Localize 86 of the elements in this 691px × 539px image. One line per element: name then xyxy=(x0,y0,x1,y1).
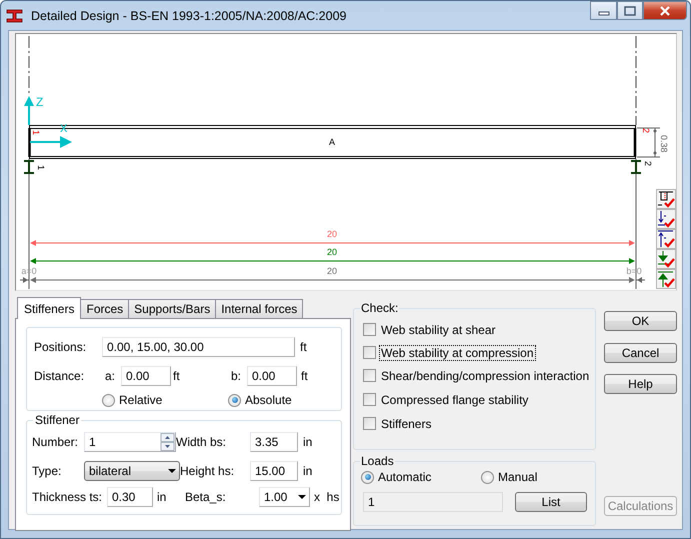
unit-label: ft xyxy=(173,369,181,383)
height-dimension-line xyxy=(636,128,660,158)
support-icon xyxy=(23,160,35,174)
field-label: Beta_s: xyxy=(185,490,227,504)
height-field[interactable]: 15.00 xyxy=(250,460,298,480)
field-label: Number: xyxy=(32,435,80,449)
checkbox-label[interactable]: Stiffeners xyxy=(379,416,434,432)
dimension-label: 20 xyxy=(327,229,337,239)
checkbox-label[interactable]: Web stability at shear xyxy=(379,322,498,338)
tool-button[interactable] xyxy=(656,229,676,249)
beam-check-icon xyxy=(657,190,675,208)
dimension-label: 20 xyxy=(327,247,337,257)
checkbox-label[interactable]: Compressed flange stability xyxy=(379,392,530,408)
minimize-button[interactable] xyxy=(590,1,617,20)
spinner-icon[interactable] xyxy=(160,433,175,451)
tab[interactable]: Stiffeners xyxy=(17,297,82,319)
window-title: Detailed Design - BS-EN 1993-1:2005/NA:2008/AC:2009 xyxy=(31,8,346,22)
dialog-button[interactable]: OK xyxy=(604,311,677,331)
field-label: a: xyxy=(105,369,116,383)
dialog-button[interactable]: Cancel xyxy=(604,343,677,363)
close-button[interactable] xyxy=(643,1,687,20)
group-title: Loads xyxy=(360,454,395,468)
field-label: Height hs: xyxy=(180,464,236,478)
thickness-field[interactable]: 0.30 xyxy=(107,487,153,507)
width-field[interactable]: 3.35 xyxy=(250,432,298,452)
node-label: 1 xyxy=(31,130,41,136)
group-title: Stiffener xyxy=(33,413,82,427)
load-cases-field[interactable]: 1 xyxy=(363,492,503,512)
unit-label: in xyxy=(303,435,312,449)
field-label: b: xyxy=(231,369,242,383)
checkbox[interactable] xyxy=(363,393,376,406)
checkbox[interactable] xyxy=(363,369,376,382)
positions-field[interactable]: 0.00, 15.00, 30.00 xyxy=(102,337,295,357)
member-label: A xyxy=(329,137,335,147)
field-label: Positions: xyxy=(34,340,88,354)
field-label: Type: xyxy=(32,464,62,478)
unit-label: x hs xyxy=(314,490,340,504)
dialog-button[interactable]: Help xyxy=(604,374,677,394)
node-label: 1 xyxy=(36,165,46,170)
radio-label[interactable]: Manual xyxy=(498,470,538,484)
tool-button[interactable] xyxy=(656,189,676,209)
node-label: 2 xyxy=(641,128,651,134)
checkbox[interactable] xyxy=(363,417,376,430)
checkbox-label[interactable]: Shear/bending/compression interaction xyxy=(379,368,592,384)
radio-label[interactable]: Relative xyxy=(119,393,162,407)
maximize-icon xyxy=(623,6,637,16)
unit-label: in xyxy=(303,464,312,478)
tab[interactable]: Forces xyxy=(80,299,130,318)
group-title: Check: xyxy=(360,301,400,315)
distance-b-field[interactable]: 0.00 xyxy=(247,366,297,386)
field-label: Distance: xyxy=(34,369,86,383)
support-down-check-icon xyxy=(657,250,675,268)
tab[interactable]: Internal forces xyxy=(215,299,304,318)
type-dropdown[interactable]: bilateral xyxy=(84,460,180,480)
node-label: 2 xyxy=(643,161,653,166)
checkbox[interactable] xyxy=(363,323,376,336)
radio-label[interactable]: Absolute xyxy=(245,393,292,407)
checkbox[interactable] xyxy=(363,346,376,359)
unit-label: ft xyxy=(300,340,307,354)
x-axis-arrow xyxy=(30,136,72,148)
force-down-check-icon xyxy=(657,210,675,228)
beta-dropdown[interactable]: 1.00 xyxy=(259,487,310,507)
dimension-label: 0.38 xyxy=(659,135,669,153)
distance-a-field[interactable]: 0.00 xyxy=(121,366,171,386)
number-spinner[interactable]: 1 xyxy=(84,432,176,452)
close-icon xyxy=(658,6,672,16)
field-label: Thickness ts: xyxy=(32,490,104,504)
dimension-label: 20 xyxy=(327,266,337,276)
app-logo-icon xyxy=(5,8,25,24)
radio-label[interactable]: Automatic xyxy=(378,470,432,484)
tool-button[interactable] xyxy=(656,209,676,229)
support-up-check-icon xyxy=(657,270,675,288)
tab[interactable]: Supports/Bars xyxy=(128,299,216,318)
maximize-button[interactable] xyxy=(617,1,643,20)
support-icon xyxy=(630,160,642,174)
list-button[interactable]: List xyxy=(515,492,587,512)
radio-button[interactable] xyxy=(228,394,241,406)
radio-button[interactable] xyxy=(361,470,374,484)
field-label: Width bs: xyxy=(176,435,228,449)
axis-label: Z xyxy=(36,95,44,109)
unit-label: in xyxy=(157,490,168,504)
force-up-check-icon xyxy=(657,230,675,248)
radio-button[interactable] xyxy=(481,470,494,484)
unit-label: ft xyxy=(301,369,308,383)
checkbox-label[interactable]: Web stability at compression xyxy=(379,344,536,360)
radio-button[interactable] xyxy=(102,394,115,406)
